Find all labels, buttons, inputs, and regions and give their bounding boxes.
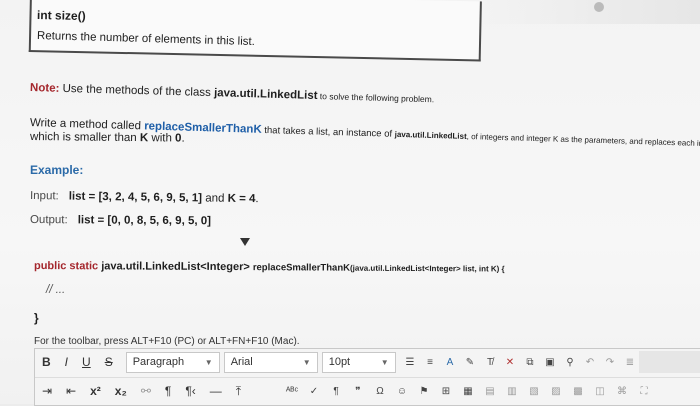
note-line: Note: Use the methods of the class java.… <box>29 82 435 105</box>
checkmark-icon[interactable]: ✓ <box>307 385 321 399</box>
mouse-cursor-icon <box>240 238 250 246</box>
code-signature: public static java.util.LinkedList<Integ… <box>33 260 505 274</box>
toolbar-hint: For the toolbar, press ALT+F10 (PC) or A… <box>34 336 300 347</box>
bullet-list-icon[interactable]: ☰ <box>403 356 417 370</box>
circle-icon <box>594 2 604 12</box>
cut-icon[interactable]: ✕ <box>503 356 517 370</box>
paragraph-mark-button[interactable]: ¶ <box>158 378 178 405</box>
redo-icon[interactable]: ↷ <box>603 356 617 370</box>
chevron-down-icon: ▼ <box>380 358 389 367</box>
emoji-icon[interactable]: ☺ <box>395 385 409 399</box>
chevron-down-icon: ▼ <box>204 358 213 367</box>
spellcheck-icon[interactable]: ᴬᴮᶜ <box>285 385 299 399</box>
table-props-icon[interactable]: ◫ <box>593 385 607 399</box>
toolbar-row-2: ⇥ ⇤ x² x₂ ⚯ ¶ ¶‹ — ⤒ ᴬᴮᶜ ✓ ¶ ❞ Ω ☺ ⚑ ⊞ ▦… <box>35 377 700 405</box>
paragraph-select[interactable]: Paragraph ▼ <box>125 352 220 373</box>
code-closing-brace: } <box>34 311 39 325</box>
copy-icon[interactable]: ⧉ <box>523 356 537 370</box>
problem-line-2: which is smaller than K with 0. <box>29 131 185 145</box>
blurred-header-area <box>480 0 700 24</box>
toolbar-icon-group-2: ᴬᴮᶜ ✓ ¶ ❞ Ω ☺ ⚑ ⊞ ▦ ▤ ▥ ▧ ▨ ▩ ◫ ⌘ ⛶ <box>285 382 651 402</box>
strikethrough-button[interactable]: S <box>98 349 120 376</box>
table-row-icon[interactable]: ▤ <box>483 385 497 399</box>
method-signature: int size() <box>36 8 86 24</box>
undo-icon[interactable]: ↶ <box>583 356 597 370</box>
table-col-icon[interactable]: ▥ <box>505 385 519 399</box>
split-cells-icon[interactable]: ▨ <box>549 385 563 399</box>
paste-icon[interactable]: ▣ <box>543 356 557 370</box>
example-heading: Example: <box>30 163 84 177</box>
table-icon[interactable]: ⊞ <box>439 385 453 399</box>
text-color-icon[interactable]: A <box>443 356 457 370</box>
insert-icon[interactable]: ⤒ <box>229 378 248 405</box>
chevron-down-icon: ▼ <box>302 358 311 367</box>
editor-toolbar: B I U S Paragraph ▼ Arial ▼ 10pt ▼ ☰ ≡ A ✎ … <box>34 348 700 406</box>
numbered-list-icon[interactable]: ≡ <box>423 356 437 370</box>
italic-button[interactable]: I <box>58 349 75 376</box>
flag-icon[interactable]: ⚑ <box>417 385 431 399</box>
toolbar-row-1: B I U S Paragraph ▼ Arial ▼ 10pt ▼ ☰ ≡ A ✎ … <box>35 349 700 376</box>
rtl-paragraph-button[interactable]: ¶‹ <box>178 378 202 405</box>
example-output: Output: list = [0, 0, 8, 5, 6, 9, 5, 0] <box>29 214 212 228</box>
superscript-button[interactable]: x² <box>83 378 108 405</box>
grid-icon[interactable]: ▦ <box>461 385 475 399</box>
delete-table-icon[interactable]: ▩ <box>571 385 585 399</box>
clear-format-icon[interactable]: T̸ <box>483 356 497 370</box>
quote-button[interactable]: ❞ <box>351 385 365 399</box>
indent-icon[interactable]: ⇥ <box>35 378 59 405</box>
assignment-page: int size() Returns the number of element… <box>0 0 700 406</box>
toolbar-icon-group-1: ☰ ≡ A ✎ T̸ ✕ ⧉ ▣ ⚲ ↶ ↷ ≣ ≡ <box>403 353 657 373</box>
horizontal-line-button[interactable]: — <box>203 378 229 405</box>
note-class: java.util.LinkedList <box>213 87 318 103</box>
example-input: Input: list = [3, 2, 4, 5, 6, 9, 5, 1] an… <box>29 190 259 206</box>
find-icon[interactable]: ⚲ <box>563 356 577 370</box>
font-family-select[interactable]: Arial ▼ <box>223 352 318 373</box>
unlink-icon[interactable]: ⚯ <box>134 378 158 405</box>
highlight-icon[interactable]: ✎ <box>463 356 477 370</box>
toolbar-collapsed-area <box>639 351 700 373</box>
merge-cells-icon[interactable]: ▧ <box>527 385 541 399</box>
code-icon[interactable]: ⌘ <box>615 385 629 399</box>
note-label: Note: <box>29 82 60 95</box>
subscript-button[interactable]: x₂ <box>108 378 134 405</box>
code-comment: // ... <box>46 284 66 296</box>
outdent-icon[interactable]: ⇤ <box>59 378 83 405</box>
bold-button[interactable]: B <box>35 349 58 376</box>
underline-button[interactable]: U <box>75 349 98 376</box>
pilcrow-icon[interactable]: ¶ <box>329 385 343 399</box>
font-size-select[interactable]: 10pt ▼ <box>321 352 396 373</box>
align-icon[interactable]: ≣ <box>623 356 637 370</box>
special-character-button[interactable]: Ω <box>373 385 387 399</box>
fullscreen-icon[interactable]: ⛶ <box>637 385 651 399</box>
